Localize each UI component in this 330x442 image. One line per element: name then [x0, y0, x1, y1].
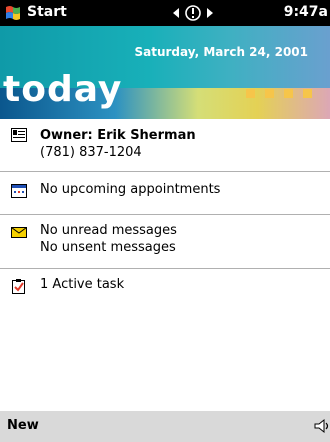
banner-squares: [246, 83, 322, 98]
banner-date[interactable]: Saturday, March 24, 2001: [134, 45, 308, 59]
new-button[interactable]: New: [7, 418, 39, 433]
speaker-icon[interactable]: [314, 417, 330, 435]
unread-messages-text: No unread messages: [40, 223, 177, 238]
today-title: today: [3, 69, 123, 110]
tasks-item[interactable]: 1 Active task: [0, 276, 330, 296]
messages-item[interactable]: No unread messages No unsent messages: [0, 222, 330, 258]
calendar-icon: [11, 183, 27, 199]
task-check-icon: [11, 278, 27, 294]
start-flag-icon[interactable]: [4, 4, 22, 22]
divider: [0, 214, 330, 215]
clock[interactable]: 9:47a: [284, 4, 328, 20]
start-menu-button[interactable]: Start: [27, 4, 67, 20]
owner-card-icon: [11, 127, 27, 143]
calendar-item[interactable]: No upcoming appointments: [0, 181, 330, 201]
tasks-text: 1 Active task: [40, 277, 125, 292]
owner-item[interactable]: Owner: Erik Sherman (781) 837-1204: [0, 127, 330, 167]
divider: [0, 171, 330, 172]
banner-square: [303, 89, 312, 98]
owner-name: Owner: Erik Sherman: [40, 128, 196, 143]
connectivity-icon[interactable]: [171, 4, 215, 22]
unsent-messages-text: No unsent messages: [40, 240, 176, 255]
banner-square: [284, 89, 293, 98]
divider: [0, 268, 330, 269]
banner-square: [246, 89, 255, 98]
banner-square: [265, 89, 274, 98]
owner-phone: (781) 837-1204: [40, 145, 142, 160]
envelope-icon: [11, 224, 27, 240]
title-bar: Start 9:47a: [0, 0, 330, 26]
today-banner: Saturday, March 24, 2001 today: [0, 26, 330, 119]
menu-bar: New: [0, 410, 330, 442]
calendar-text: No upcoming appointments: [40, 182, 221, 197]
